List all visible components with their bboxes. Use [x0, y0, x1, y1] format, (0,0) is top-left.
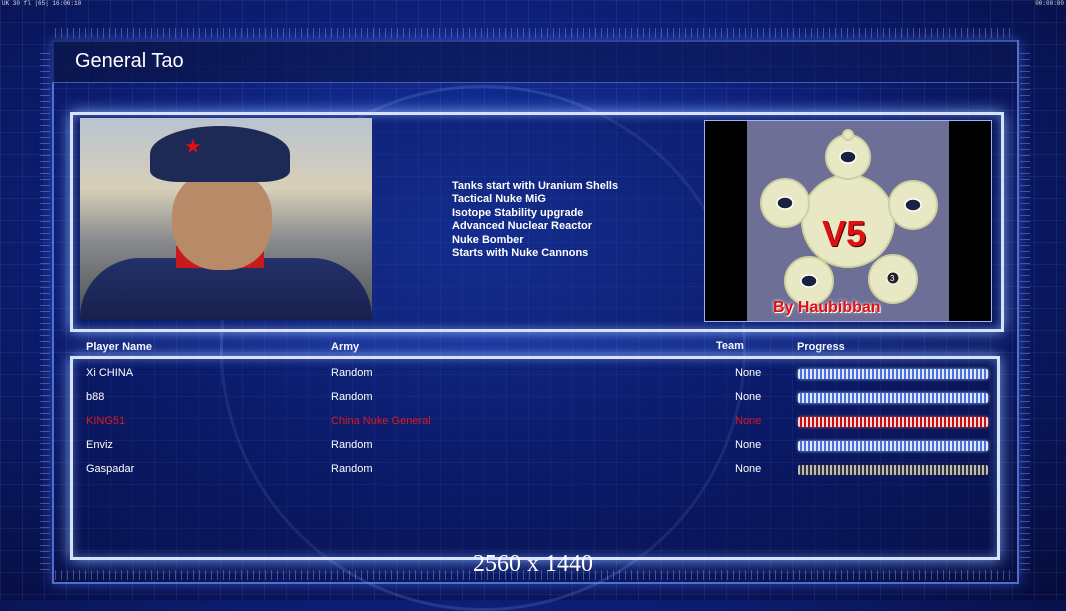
red-star-icon: ★ [184, 136, 202, 158]
ability-item: Tanks start with Uranium Shells [452, 180, 619, 192]
player-name: Gaspadar [86, 463, 135, 475]
player-name: b88 [86, 391, 105, 403]
resolution-label: 2560 x 1440 [473, 551, 593, 577]
portrait-cap [150, 126, 290, 182]
player-row: Xi CHINA Random None [0, 367, 1066, 385]
ability-item: Advanced Nuclear Reactor [452, 220, 592, 233]
player-team: None [735, 415, 762, 427]
title-bar [52, 40, 1017, 83]
general-portrait: ★ [80, 118, 372, 320]
hud-right-timer: 00:00:00 [1035, 0, 1064, 7]
player-progress-bar [798, 369, 988, 379]
player-team: None [735, 367, 762, 379]
player-army: Random [331, 463, 373, 475]
player-army: Random [331, 367, 373, 379]
right-ruler [1020, 50, 1030, 570]
map-logo-title: V5 [822, 213, 867, 254]
left-ruler [40, 50, 50, 570]
player-row: Gaspadar Random None [0, 463, 1066, 481]
header-team: Team [716, 340, 744, 352]
map-logo: 3 V5 By Haubibban [704, 120, 992, 322]
top-ruler [55, 28, 1015, 38]
player-name: Enviz [86, 439, 113, 451]
player-row: b88 Random None [0, 391, 1066, 409]
portrait-face [172, 170, 272, 270]
player-progress-bar [798, 417, 988, 427]
player-name: Xi CHINA [86, 367, 134, 379]
player-army: China Nuke General [331, 415, 431, 427]
hud-top-bar: UK 30 fl |65| 16:06:10 00:00:00 [0, 0, 1066, 9]
map-marker-number: 3 [890, 274, 895, 283]
header-progress: Progress [797, 341, 845, 353]
player-progress-bar [798, 441, 988, 451]
abilities-list: Tanks start with Uranium Shells Tactical… [452, 180, 618, 260]
ability-item: Tactical Nuke MiG [452, 193, 546, 206]
player-progress-bar [798, 465, 988, 475]
player-team: None [735, 391, 762, 403]
player-progress-bar [798, 393, 988, 403]
ability-item: Nuke Bomber [452, 233, 524, 246]
ability-item: Isotope Stability upgrade [452, 206, 584, 219]
player-team: None [735, 463, 762, 475]
player-team: None [735, 439, 762, 451]
player-name: KING51 [86, 415, 126, 427]
player-row: KING51 China Nuke General None [0, 415, 1066, 433]
players-table-panel [70, 356, 1000, 560]
player-army: Random [331, 439, 373, 451]
header-player-name: Player Name [86, 341, 153, 353]
player-row: Enviz Random None [0, 439, 1066, 457]
hud-left-readout: UK 30 fl |65| 16:06:10 [2, 0, 82, 7]
map-logo-credit: By Haubibban [773, 299, 881, 316]
header-army: Army [331, 341, 360, 353]
player-army: Random [331, 391, 373, 403]
ability-item: Starts with Nuke Cannons [452, 247, 589, 260]
general-title: General Tao [75, 50, 184, 72]
